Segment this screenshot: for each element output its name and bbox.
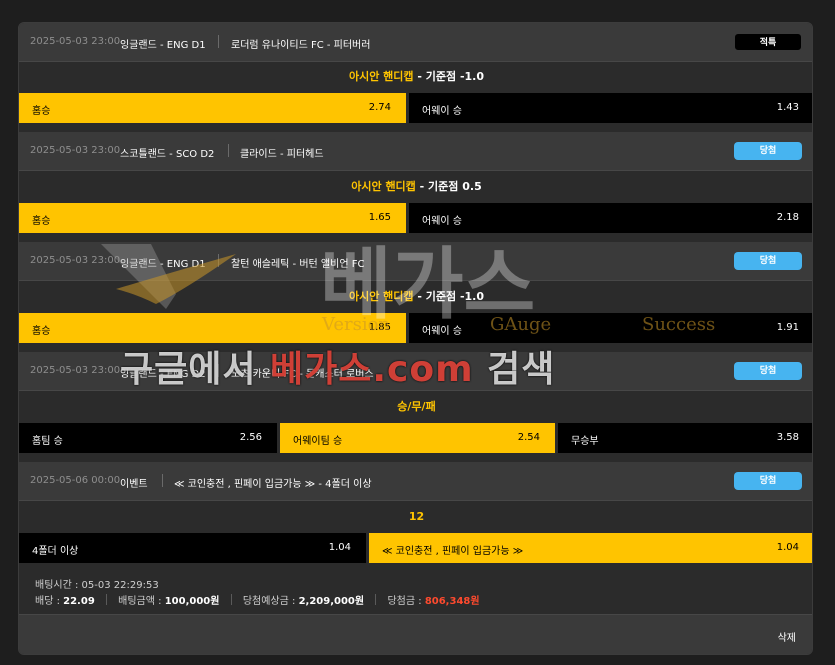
market-name: 아시안 핸디캡 xyxy=(348,70,414,83)
bet-match: 찰턴 애슬레틱 - 버턴 앨비언 FC xyxy=(231,259,365,270)
option-odds: 3.58 xyxy=(776,432,799,443)
bet-option-home[interactable]: 4폴더 이상 1.04 xyxy=(19,533,366,563)
option-label: 어웨이 승 xyxy=(422,216,462,227)
bet-league: 잉글랜드 - ENG D1 xyxy=(120,40,206,51)
option-odds: 1.91 xyxy=(776,322,799,333)
option-label: 어웨이팀 승 xyxy=(293,436,343,447)
amount-label: 배팅금액 : xyxy=(118,596,162,607)
bet-time-value: 05-03 22:29:53 xyxy=(81,580,159,591)
option-label: 어웨이 승 xyxy=(422,106,462,117)
market-name: 아시안 핸디캡 xyxy=(348,290,414,303)
option-label: 홈승 xyxy=(32,326,51,337)
status-badge: 당첨 xyxy=(734,362,802,380)
status-badge: 당첨 xyxy=(734,142,802,160)
bet-option-away[interactable]: 어웨이 승 1.43 xyxy=(409,93,812,123)
market-title: 아시안 핸디캡 - 기준점 -1.0 xyxy=(19,282,812,312)
payout-label: 당첨금 : xyxy=(387,596,422,607)
bet-amount-row: 배당 : 22.09 배팅금액 : 100,000원 당첨예상금 : 2,209… xyxy=(35,592,480,607)
market-title: 아시안 핸디캡 - 기준점 -1.0 xyxy=(19,62,812,92)
bet-league: 이벤트 xyxy=(120,479,148,490)
bet-date: 2025-05-06 00:00 xyxy=(30,475,121,486)
amount-value: 100,000원 xyxy=(164,596,220,607)
status-badge: 적특 xyxy=(734,33,802,51)
odds-value: 22.09 xyxy=(63,596,95,607)
payout-value: 806,348원 xyxy=(424,596,480,607)
divider xyxy=(230,594,232,605)
market-line: - 기준점 0.5 xyxy=(419,180,482,193)
bet-option-home[interactable]: 홈승 1.65 xyxy=(19,203,406,233)
market-name: 승/무/패 xyxy=(397,400,436,413)
option-odds: 1.04 xyxy=(776,542,799,553)
bet-header: 2025-05-03 23:00 잉글랜드 - ENG D2 노츠 카운티 FC… xyxy=(19,352,812,391)
option-odds: 1.85 xyxy=(368,322,391,333)
status-badge: 당첨 xyxy=(734,252,802,270)
divider xyxy=(218,35,219,48)
option-odds: 1.04 xyxy=(328,542,351,553)
bet-option-home[interactable]: 홈승 1.85 xyxy=(19,313,406,343)
option-label: 무승부 xyxy=(571,436,599,447)
option-odds: 2.56 xyxy=(239,432,262,443)
divider xyxy=(218,364,219,377)
bet-date: 2025-05-03 23:00 xyxy=(30,36,121,47)
bet-option-away[interactable]: ≪ 코인충전 , 핀페이 입금가능 ≫ 1.04 xyxy=(369,533,812,563)
divider xyxy=(375,594,377,605)
option-label: 홈팀 승 xyxy=(32,436,63,447)
option-odds: 1.65 xyxy=(368,212,391,223)
action-bar: 삭제 xyxy=(19,614,812,654)
option-odds: 2.74 xyxy=(368,102,391,113)
bet-option-home[interactable]: 홈팀 승 2.56 xyxy=(19,423,277,453)
bet-option-home[interactable]: 홈승 2.74 xyxy=(19,93,406,123)
bet-header: 2025-05-03 23:00 잉글랜드 - ENG D1 찰턴 애슬레틱 -… xyxy=(19,242,812,281)
option-label: 홈승 xyxy=(32,106,51,117)
bet-match: 로더럼 유나이티드 FC - 피터버러 xyxy=(231,40,371,51)
option-odds: 2.18 xyxy=(776,212,799,223)
bet-option-draw[interactable]: 무승부 3.58 xyxy=(558,423,812,453)
divider xyxy=(228,144,229,157)
bet-history-panel: 2025-05-03 23:00 잉글랜드 - ENG D1 로더럼 유나이티드… xyxy=(18,22,813,655)
bet-match: 클라이드 - 피터헤드 xyxy=(240,149,324,160)
market-line: - 기준점 -1.0 xyxy=(417,70,485,83)
market-line: - 기준점 -1.0 xyxy=(417,290,485,303)
market-title: 12 xyxy=(19,502,812,532)
bet-header: 2025-05-06 00:00 이벤트 ≪ 코인충전 , 핀페이 입금가능 ≫… xyxy=(19,462,812,501)
divider xyxy=(162,474,163,487)
option-odds: 1.43 xyxy=(776,102,799,113)
bet-league: 잉글랜드 - ENG D1 xyxy=(120,259,206,270)
bet-header: 2025-05-03 23:00 잉글랜드 - ENG D1 로더럼 유나이티드… xyxy=(19,23,812,62)
bet-league: 잉글랜드 - ENG D2 xyxy=(120,369,206,380)
divider xyxy=(105,594,107,605)
bet-time-label: 배팅시간 : xyxy=(35,580,79,591)
bet-league: 스코틀랜드 - SCO D2 xyxy=(120,149,215,160)
divider xyxy=(218,254,219,267)
odds-label: 배당 : xyxy=(35,596,60,607)
option-label: 4폴더 이상 xyxy=(32,546,79,557)
market-title: 승/무/패 xyxy=(19,392,812,422)
bet-time-row: 배팅시간 : 05-03 22:29:53 xyxy=(35,576,159,591)
bet-option-away[interactable]: 어웨이 승 1.91 xyxy=(409,313,812,343)
option-label: 홈승 xyxy=(32,216,51,227)
market-name: 12 xyxy=(408,510,425,523)
bet-summary: 배팅시간 : 05-03 22:29:53 배당 : 22.09 배팅금액 : … xyxy=(19,567,812,613)
status-badge: 당첨 xyxy=(734,472,802,490)
bet-header: 2025-05-03 23:00 스코틀랜드 - SCO D2 클라이드 - 피… xyxy=(19,132,812,171)
bet-date: 2025-05-03 23:00 xyxy=(30,145,121,156)
option-odds: 2.54 xyxy=(517,432,540,443)
bet-option-away[interactable]: 어웨이팀 승 2.54 xyxy=(280,423,555,453)
option-label: ≪ 코인충전 , 핀페이 입금가능 ≫ xyxy=(382,546,524,557)
bet-date: 2025-05-03 23:00 xyxy=(30,365,121,376)
bet-match: 노츠 카운티 FC - 돈캐스터 로버스 xyxy=(231,369,374,380)
expected-label: 당첨예상금 : xyxy=(242,596,296,607)
bet-date: 2025-05-03 23:00 xyxy=(30,255,121,266)
option-label: 어웨이 승 xyxy=(422,326,462,337)
market-title: 아시안 핸디캡 - 기준점 0.5 xyxy=(19,172,812,202)
bet-match: ≪ 코인충전 , 핀페이 입금가능 ≫ - 4폴더 이상 xyxy=(174,479,372,490)
market-name: 아시안 핸디캡 xyxy=(351,180,416,193)
delete-button[interactable]: 삭제 xyxy=(778,629,796,644)
bet-option-away[interactable]: 어웨이 승 2.18 xyxy=(409,203,812,233)
expected-value: 2,209,000원 xyxy=(298,596,365,607)
